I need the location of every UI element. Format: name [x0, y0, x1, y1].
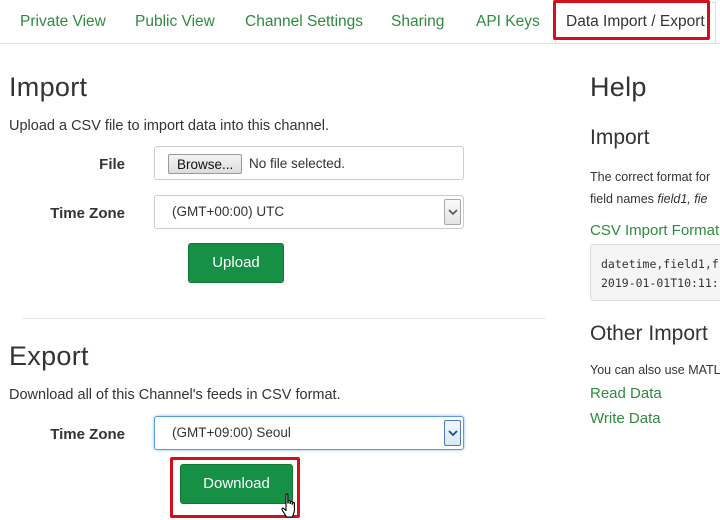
file-label: File	[99, 156, 125, 173]
chevron-down-icon[interactable]	[444, 199, 461, 225]
export-timezone-value: (GMT+09:00) Seoul	[172, 425, 291, 440]
chevron-down-icon[interactable]	[444, 420, 461, 446]
help-heading: Help	[590, 72, 647, 102]
help-text-rest: , fie	[687, 192, 708, 206]
tab-data-import-export[interactable]: Data Import / Export	[555, 2, 716, 43]
browse-button[interactable]: Browse...	[168, 154, 243, 174]
code-line-1: datetime,field1,f	[601, 257, 719, 271]
import-timezone-value: (GMT+00:00) UTC	[172, 204, 285, 219]
tab-bar: Private View Public View Channel Setting…	[0, 0, 720, 44]
read-data-link[interactable]: Read Data	[590, 385, 662, 402]
other-import-text: You can also use MATL	[590, 363, 720, 377]
help-text-prefix: field names	[590, 192, 658, 206]
import-timezone-label: Time Zone	[50, 205, 125, 222]
help-import-text-line1: The correct format for	[590, 170, 711, 184]
code-line-2: 2019-01-01T10:11:	[601, 276, 719, 290]
section-divider	[22, 318, 546, 319]
upload-button[interactable]: Upload	[188, 243, 284, 283]
tab-private-view[interactable]: Private View	[20, 0, 106, 44]
import-timezone-select[interactable]: (GMT+00:00) UTC	[154, 195, 464, 229]
export-heading: Export	[9, 341, 89, 371]
import-description: Upload a CSV file to import data into th…	[9, 118, 329, 134]
hand-cursor-icon	[281, 493, 295, 518]
tab-sharing[interactable]: Sharing	[391, 0, 444, 44]
export-timezone-label: Time Zone	[50, 426, 125, 443]
tab-public-view[interactable]: Public View	[135, 0, 215, 44]
tab-channel-settings[interactable]: Channel Settings	[245, 0, 363, 44]
download-button[interactable]: Download	[180, 464, 293, 504]
import-heading: Import	[9, 72, 88, 102]
help-text-field-name: field1	[657, 192, 688, 206]
csv-code-sample: datetime,field1,f 2019-01-01T10:11:	[590, 244, 720, 301]
tab-api-keys[interactable]: API Keys	[476, 0, 540, 44]
export-timezone-select[interactable]: (GMT+09:00) Seoul	[154, 416, 464, 450]
other-import-heading: Other Import	[590, 322, 708, 345]
help-import-heading: Import	[590, 126, 650, 149]
file-input[interactable]: Browse... No file selected.	[154, 146, 464, 180]
help-import-text-line2: field names field1, fie	[590, 192, 707, 206]
file-status-text: No file selected.	[249, 156, 346, 171]
write-data-link[interactable]: Write Data	[590, 410, 661, 427]
export-description: Download all of this Channel's feeds in …	[9, 387, 341, 403]
csv-import-format-link[interactable]: CSV Import Format	[590, 222, 719, 239]
